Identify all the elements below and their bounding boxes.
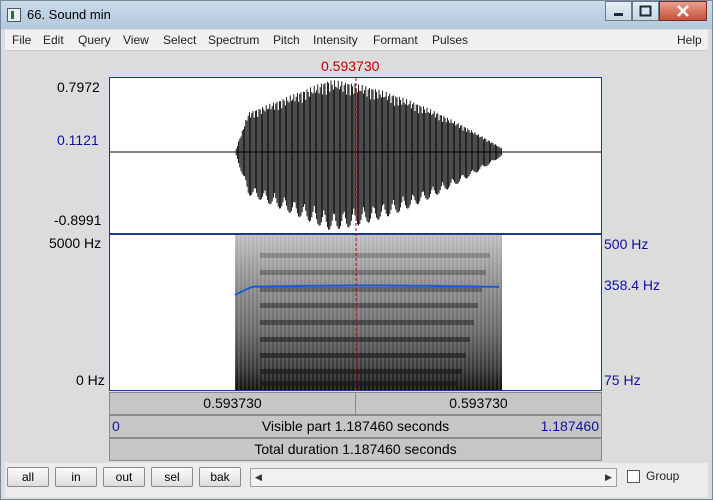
pitch-value-label: 358.4 Hz (604, 277, 661, 293)
menu-formant[interactable]: Formant (373, 33, 418, 47)
menu-view[interactable]: View (123, 33, 149, 47)
bottom-toolbar: all in out sel bak ◀ ▶ Group (5, 463, 708, 497)
group-checkbox[interactable] (627, 470, 640, 483)
maximize-button[interactable] (632, 1, 659, 21)
menu-bar: File Edit Query View Select Spectrum Pit… (5, 30, 708, 51)
waveform-max-label: 0.7972 (57, 79, 100, 95)
minimize-button[interactable] (605, 1, 632, 21)
spectrogram-voiced-region (235, 235, 502, 390)
sound-editor-window: 66. Sound min File Edit Query View Selec… (0, 0, 713, 500)
menu-intensity[interactable]: Intensity (313, 33, 358, 47)
menu-pulses[interactable]: Pulses (432, 33, 468, 47)
right-segment-duration[interactable]: 0.593730 (356, 393, 601, 414)
time-scrollbar[interactable]: ◀ ▶ (250, 468, 617, 487)
menu-edit[interactable]: Edit (43, 33, 64, 47)
menu-file[interactable]: File (12, 33, 31, 47)
app-icon (7, 8, 21, 22)
left-segment-duration[interactable]: 0.593730 (110, 393, 356, 414)
total-duration-row[interactable]: Total duration 1.187460 seconds (109, 438, 602, 461)
zoom-back-button[interactable]: bak (199, 467, 241, 487)
menu-help[interactable]: Help (677, 33, 702, 47)
menu-spectrum[interactable]: Spectrum (208, 33, 259, 47)
zoom-all-button[interactable]: all (7, 467, 49, 487)
visible-end-time: 1.187460 (540, 418, 599, 434)
menu-select[interactable]: Select (163, 33, 196, 47)
visible-part-row[interactable]: 0 Visible part 1.187460 seconds 1.187460 (109, 415, 602, 438)
zoom-out-button[interactable]: out (103, 467, 145, 487)
menu-pitch[interactable]: Pitch (273, 33, 300, 47)
scroll-right-icon[interactable]: ▶ (601, 469, 616, 486)
menu-query[interactable]: Query (78, 33, 111, 47)
zoom-selection-button[interactable]: sel (151, 467, 193, 487)
total-duration-label: Total duration 1.187460 seconds (254, 441, 457, 457)
visible-part-label: Visible part 1.187460 seconds (261, 418, 450, 434)
title-bar[interactable]: 66. Sound min (1, 1, 712, 29)
scroll-left-icon[interactable]: ◀ (251, 469, 266, 486)
spectrogram-max-freq-label: 5000 Hz (49, 235, 102, 251)
cursor-time-label: 0.593730 (321, 58, 380, 74)
minimize-icon (614, 13, 623, 16)
cursor-line (355, 78, 357, 391)
zoom-in-button[interactable]: in (55, 467, 97, 487)
close-button[interactable] (659, 1, 707, 21)
waveform-min-label: -0.8991 (54, 212, 102, 228)
group-label: Group (646, 469, 680, 483)
pitch-top-label: 500 Hz (604, 236, 649, 252)
pitch-bottom-label: 75 Hz (604, 372, 641, 388)
selection-segment-row: 0.593730 0.593730 (109, 392, 602, 415)
window-title: 66. Sound min (27, 7, 111, 22)
maximize-icon (639, 5, 652, 17)
waveform-cursor-value-label: 0.1121 (57, 132, 99, 148)
spectrogram-min-freq-label: 0 Hz (76, 372, 105, 388)
close-icon (677, 5, 689, 17)
